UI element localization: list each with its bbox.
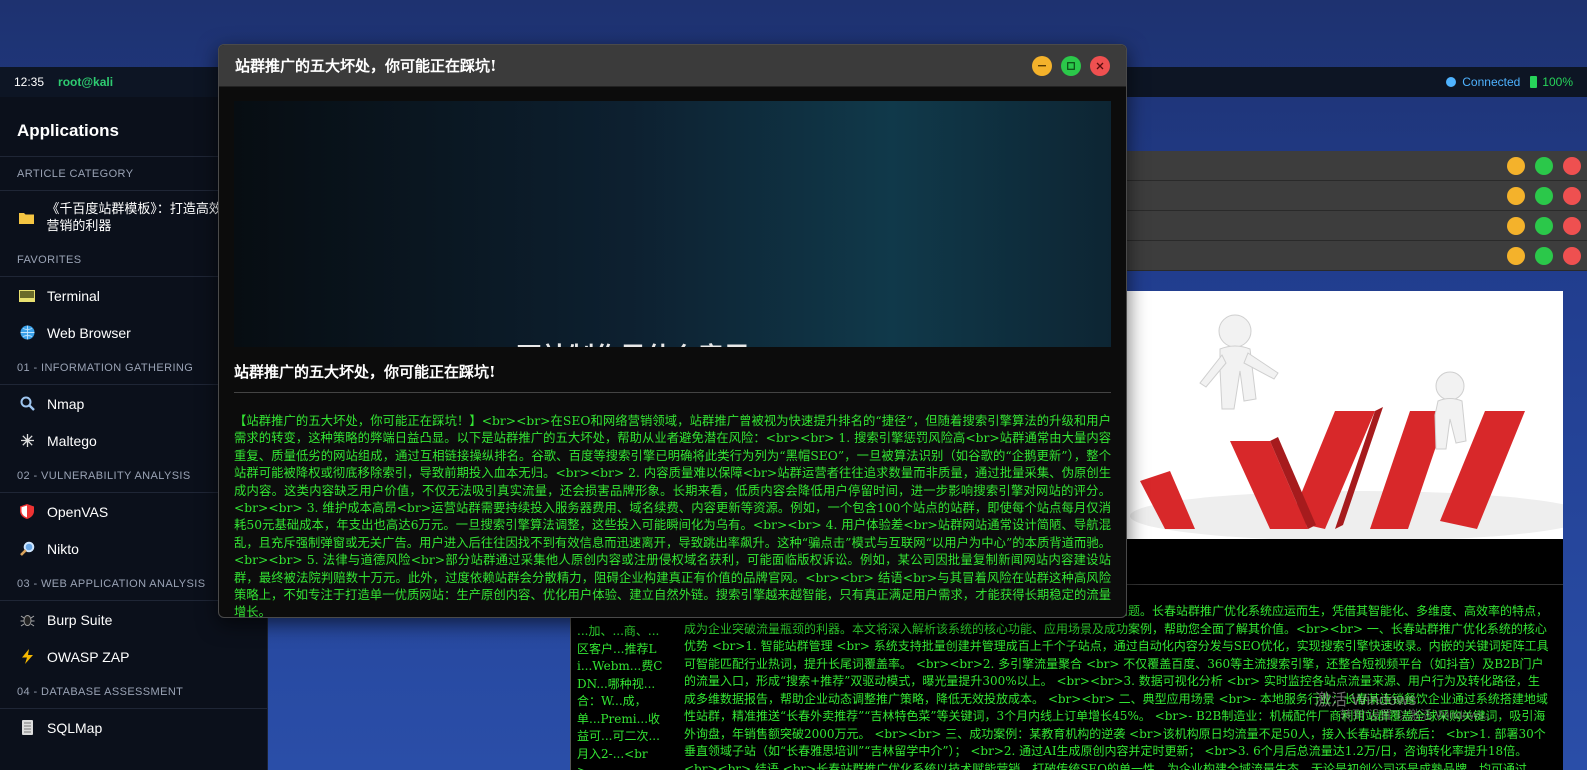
- window-controls: [1032, 55, 1110, 76]
- background-window-titlebar[interactable]: [1120, 241, 1587, 271]
- article-modal-window: 站群推广的五大坏处，你可能正在踩坑! 网站制作是什么意思 站群推广的五大坏处，你…: [218, 44, 1127, 618]
- lightning-icon: [19, 649, 35, 665]
- minimize-button[interactable]: [1507, 216, 1525, 235]
- battery-label: 100%: [1542, 75, 1573, 89]
- close-button[interactable]: [1563, 156, 1581, 175]
- article-heading: 站群推广的五大坏处，你可能正在踩坑!: [234, 361, 1111, 393]
- modal-title: 站群推广的五大坏处，你可能正在踩坑!: [235, 57, 497, 75]
- background-narrow-window: ...加、...商、...区客户...推荐Li...Webm...费CDN...…: [570, 614, 670, 770]
- article-body: 【站群推广的五大坏处，你可能正在踩坑！】<br><br>在SEO和网络营销领域，…: [234, 413, 1111, 617]
- hero-caption: 网站制作是什么意思: [516, 337, 750, 347]
- sidebar-item-label: Burp Suite: [47, 611, 113, 628]
- close-button[interactable]: [1563, 246, 1581, 265]
- sidebar-item-sqlmap[interactable]: SQLMap: [0, 709, 267, 746]
- globe-icon: [19, 325, 35, 341]
- terminal-icon: [19, 288, 35, 304]
- background-window-titlebar[interactable]: [1120, 151, 1587, 181]
- sidebar-item-label: Terminal: [47, 287, 100, 304]
- sidebar-item-label: OWASP ZAP: [47, 648, 130, 665]
- minimize-button[interactable]: [1507, 246, 1525, 265]
- close-button[interactable]: [1563, 216, 1581, 235]
- close-button[interactable]: [1090, 55, 1110, 76]
- windows-activation-watermark-sub: 转到“设置”以激活 Windows。: [1340, 708, 1497, 722]
- sidebar-item-label: Nmap: [47, 395, 85, 412]
- sidebar-item-label: OpenVAS: [47, 503, 109, 520]
- background-narrow-text: ...加、...商、...区客户...推荐Li...Webm...费CDN...…: [577, 624, 663, 770]
- clock: 12:35: [14, 75, 45, 89]
- sidebar-item-label: SQLMap: [47, 719, 103, 736]
- section-title-database-assessment: 04 - DATABASE ASSESSMENT: [0, 675, 267, 709]
- maximize-icon: [1067, 61, 1075, 70]
- maximize-button[interactable]: [1535, 246, 1553, 265]
- maximize-button[interactable]: [1061, 55, 1081, 76]
- shield-icon: [19, 504, 35, 520]
- background-window-titlebar[interactable]: [1120, 181, 1587, 211]
- bug-icon: [19, 612, 35, 628]
- folder-icon: [19, 209, 35, 225]
- background-window-titlebar[interactable]: [1120, 211, 1587, 241]
- close-button[interactable]: [1563, 186, 1581, 205]
- maximize-button[interactable]: [1535, 156, 1553, 175]
- minimize-button[interactable]: [1032, 55, 1052, 76]
- maximize-button[interactable]: [1535, 186, 1553, 205]
- connection-label: Connected: [1462, 75, 1521, 89]
- background-article-image: [1120, 291, 1563, 539]
- magnifier-icon: [19, 396, 35, 412]
- background-caption-strip: [1120, 539, 1563, 584]
- globe-icon: [1446, 77, 1457, 87]
- user-label: root@kali: [58, 75, 114, 89]
- connection-status[interactable]: Connected: [1446, 75, 1520, 89]
- maximize-button[interactable]: [1535, 216, 1553, 235]
- close-icon: [1096, 62, 1104, 69]
- sidebar-item-owasp-zap[interactable]: OWASP ZAP: [0, 638, 267, 675]
- minimize-icon: [1038, 64, 1046, 66]
- network-icon: [19, 433, 35, 449]
- search-icon: [19, 541, 35, 557]
- minimize-button[interactable]: [1507, 156, 1525, 175]
- article-hero-image: 网站制作是什么意思: [234, 101, 1111, 347]
- battery-status[interactable]: 100%: [1530, 75, 1573, 89]
- minimize-button[interactable]: [1507, 186, 1525, 205]
- modal-titlebar[interactable]: 站群推广的五大坏处，你可能正在踩坑!: [219, 45, 1126, 87]
- sidebar-item-label: Web Browser: [47, 324, 131, 341]
- database-icon: [19, 720, 35, 736]
- status-area: Connected 100%: [1446, 75, 1573, 89]
- battery-icon: [1530, 76, 1538, 88]
- sidebar-item-label: Maltego: [47, 432, 97, 449]
- sidebar-item-label: Nikto: [47, 540, 79, 557]
